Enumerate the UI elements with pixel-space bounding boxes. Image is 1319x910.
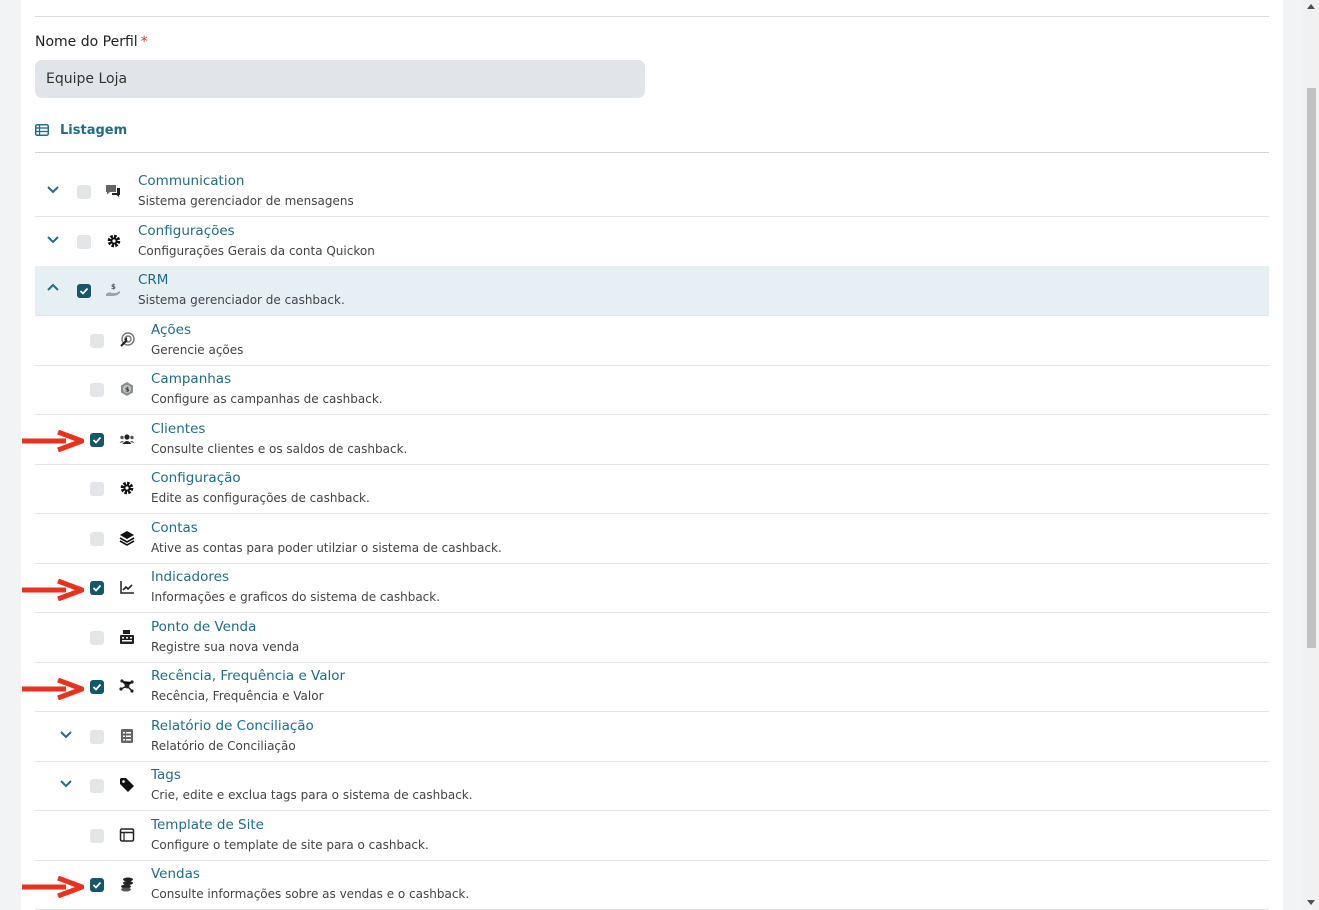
scroll-up-icon[interactable] [1307, 4, 1315, 9]
item-checkbox[interactable] [90, 779, 104, 793]
target-icon [120, 332, 135, 347]
module-description: Configurações Gerais da conta Quickon [138, 244, 375, 258]
listagem-title: Listagem [60, 122, 128, 138]
tag-icon [120, 778, 134, 792]
chevron-down-icon[interactable] [46, 182, 60, 196]
users-icon [119, 434, 135, 444]
annotation-arrow-icon [22, 678, 84, 700]
window-icon [119, 828, 135, 842]
item-checkbox[interactable] [90, 383, 104, 397]
item-title[interactable]: Ponto de Venda [151, 619, 256, 635]
item-checkbox-checked[interactable] [90, 680, 104, 694]
gear-icon [120, 481, 134, 495]
item-checkbox-checked[interactable] [90, 878, 104, 892]
annotation-arrow-icon [22, 876, 84, 898]
module-description: Sistema gerenciador de mensagens [138, 194, 354, 208]
vertical-scrollbar[interactable] [1303, 0, 1319, 910]
item-title[interactable]: Configuração [151, 470, 241, 486]
item-checkbox-checked[interactable] [90, 433, 104, 447]
layers-icon [119, 531, 135, 546]
crm-item-rfv[interactable]: Recência, Frequência e Valor Recência, F… [35, 662, 1269, 712]
module-description: Sistema gerenciador de cashback. [138, 293, 345, 307]
list-icon [35, 124, 49, 136]
crm-item-contas[interactable]: Contas Ative as contas para poder utilzi… [35, 514, 1269, 564]
crm-item-tags[interactable]: Tags Crie, edite e exclua tags para o si… [35, 761, 1269, 811]
item-description: Relatório de Conciliação [151, 739, 296, 753]
crm-item-acoes[interactable]: Ações Gerencie ações [35, 316, 1269, 366]
item-title[interactable]: Contas [151, 520, 198, 536]
item-description: Crie, edite e exclua tags para o sistema… [151, 788, 473, 802]
module-title[interactable]: Configurações [138, 223, 235, 239]
item-description: Configure o template de site para o cash… [151, 838, 429, 852]
module-title[interactable]: Communication [138, 173, 244, 189]
module-row-crm[interactable]: $ CRM Sistema gerenciador de cashback. [35, 266, 1269, 316]
profile-name-label: Nome do Perfil * [35, 34, 148, 50]
item-checkbox[interactable] [90, 829, 104, 843]
cash-register-icon [120, 630, 134, 644]
profile-name-input[interactable]: Equipe Loja [35, 60, 645, 98]
module-checkbox[interactable] [77, 185, 91, 199]
crm-item-clientes[interactable]: Clientes Consulte clientes e os saldos d… [35, 415, 1269, 465]
crm-item-template-site[interactable]: Template de Site Configure o template de… [35, 811, 1269, 861]
scroll-down-icon[interactable] [1307, 900, 1315, 905]
item-description: Informações e graficos do sistema de cas… [151, 590, 441, 604]
item-description: Configure as campanhas de cashback. [151, 392, 383, 406]
chevron-down-icon[interactable] [46, 232, 60, 246]
report-list-icon [121, 729, 133, 743]
item-title[interactable]: Recência, Frequência e Valor [151, 668, 345, 684]
crm-item-indicadores[interactable]: Indicadores Informações e graficos do si… [35, 563, 1269, 613]
item-title[interactable]: Ações [151, 322, 191, 338]
item-description: Consulte informações sobre as vendas e o… [151, 887, 470, 901]
svg-text:$: $ [125, 386, 130, 394]
crm-item-vendas[interactable]: Vendas Consulte informações sobre as ven… [35, 860, 1269, 910]
divider [35, 16, 1269, 17]
item-checkbox[interactable] [90, 334, 104, 348]
svg-text:$: $ [111, 283, 116, 291]
item-title[interactable]: Vendas [151, 866, 200, 882]
annotation-arrow-icon [22, 579, 84, 601]
money-badge-icon: $ [121, 382, 133, 396]
item-description: Recência, Frequência e Valor [151, 689, 324, 703]
item-title[interactable]: Clientes [151, 421, 205, 437]
gear-icon [107, 234, 121, 248]
item-description: Gerencie ações [151, 343, 244, 357]
module-checkbox-checked[interactable] [77, 284, 91, 298]
item-title[interactable]: Campanhas [151, 371, 231, 387]
divider [35, 152, 1269, 153]
cashback-hand-icon: $ [106, 283, 120, 296]
item-description: Edite as configurações de cashback. [151, 491, 370, 505]
item-checkbox[interactable] [90, 532, 104, 546]
item-title[interactable]: Indicadores [151, 569, 229, 585]
module-checkbox[interactable] [77, 235, 91, 249]
network-icon [119, 679, 134, 693]
crm-item-relatorio-conciliacao[interactable]: Relatório de Conciliação Relatório de Co… [35, 712, 1269, 762]
item-description: Ative as contas para poder utilziar o si… [151, 541, 502, 555]
chevron-down-icon[interactable] [59, 776, 73, 790]
item-title[interactable]: Tags [151, 767, 181, 783]
chevron-up-icon[interactable] [46, 281, 60, 295]
item-checkbox[interactable] [90, 631, 104, 645]
chevron-down-icon[interactable] [59, 727, 73, 741]
module-row-communication[interactable]: Communication Sistema gerenciador de men… [35, 167, 1269, 217]
item-title[interactable]: Template de Site [151, 817, 264, 833]
crm-item-configuracao[interactable]: Configuração Edite as configurações de c… [35, 464, 1269, 514]
item-description: Consulte clientes e os saldos de cashbac… [151, 442, 408, 456]
scrollbar-thumb[interactable] [1307, 88, 1316, 648]
module-title[interactable]: CRM [138, 272, 168, 288]
item-description: Registre sua nova venda [151, 640, 300, 654]
module-row-configuracoes[interactable]: Configurações Configurações Gerais da co… [35, 217, 1269, 267]
trend-chart-icon [120, 581, 134, 594]
item-checkbox[interactable] [90, 730, 104, 744]
coins-icon [121, 877, 133, 892]
chat-icon [106, 185, 120, 197]
item-checkbox-checked[interactable] [90, 581, 104, 595]
annotation-arrow-icon [22, 430, 84, 452]
crm-item-campanhas[interactable]: $ Campanhas Configure as campanhas de ca… [35, 365, 1269, 415]
listagem-header: Listagem [35, 120, 127, 140]
item-checkbox[interactable] [90, 482, 104, 496]
crm-item-ponto-de-venda[interactable]: Ponto de Venda Registre sua nova venda [35, 613, 1269, 663]
item-title[interactable]: Relatório de Conciliação [151, 718, 314, 734]
